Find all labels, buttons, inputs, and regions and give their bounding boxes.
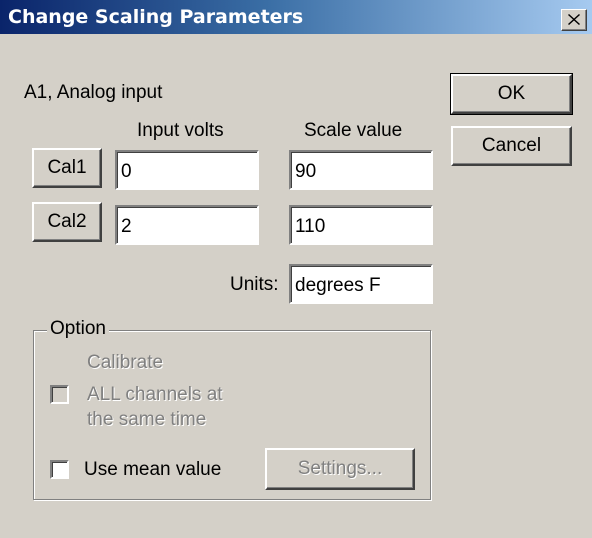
units-field[interactable] bbox=[289, 264, 433, 304]
close-button[interactable] bbox=[561, 9, 587, 31]
calibrate-all-checkbox[interactable] bbox=[50, 385, 69, 404]
window-title: Change Scaling Parameters bbox=[8, 6, 304, 28]
cal1-scale-value-field[interactable] bbox=[289, 150, 433, 190]
units-label: Units: bbox=[230, 274, 279, 295]
cal1-input-volts-field[interactable] bbox=[115, 150, 259, 190]
calibrate-all-label-line2: ALL channels at bbox=[87, 384, 223, 405]
cal1-button[interactable]: Cal1 bbox=[32, 148, 102, 188]
ok-button[interactable]: OK bbox=[450, 73, 573, 115]
close-icon bbox=[568, 14, 580, 25]
cal2-input-volts-field[interactable] bbox=[115, 205, 259, 245]
use-mean-value-checkbox[interactable] bbox=[50, 460, 69, 479]
cancel-button[interactable]: Cancel bbox=[451, 126, 572, 166]
title-bar[interactable]: Change Scaling Parameters bbox=[0, 0, 592, 34]
use-mean-value-label[interactable]: Use mean value bbox=[84, 459, 221, 481]
calibrate-all-label-line1: Calibrate bbox=[87, 352, 164, 373]
option-legend: Option bbox=[47, 318, 109, 340]
settings-button[interactable]: Settings... bbox=[265, 448, 415, 490]
input-volts-header: Input volts bbox=[137, 120, 224, 141]
cal2-button[interactable]: Cal2 bbox=[32, 202, 102, 242]
cal2-scale-value-field[interactable] bbox=[289, 205, 433, 245]
scale-value-header: Scale value bbox=[304, 120, 403, 141]
change-scaling-dialog: Change Scaling Parameters A1, Analog inp… bbox=[0, 0, 592, 538]
channel-label: A1, Analog input bbox=[24, 82, 163, 103]
calibrate-all-label-line3: the same time bbox=[87, 409, 207, 430]
